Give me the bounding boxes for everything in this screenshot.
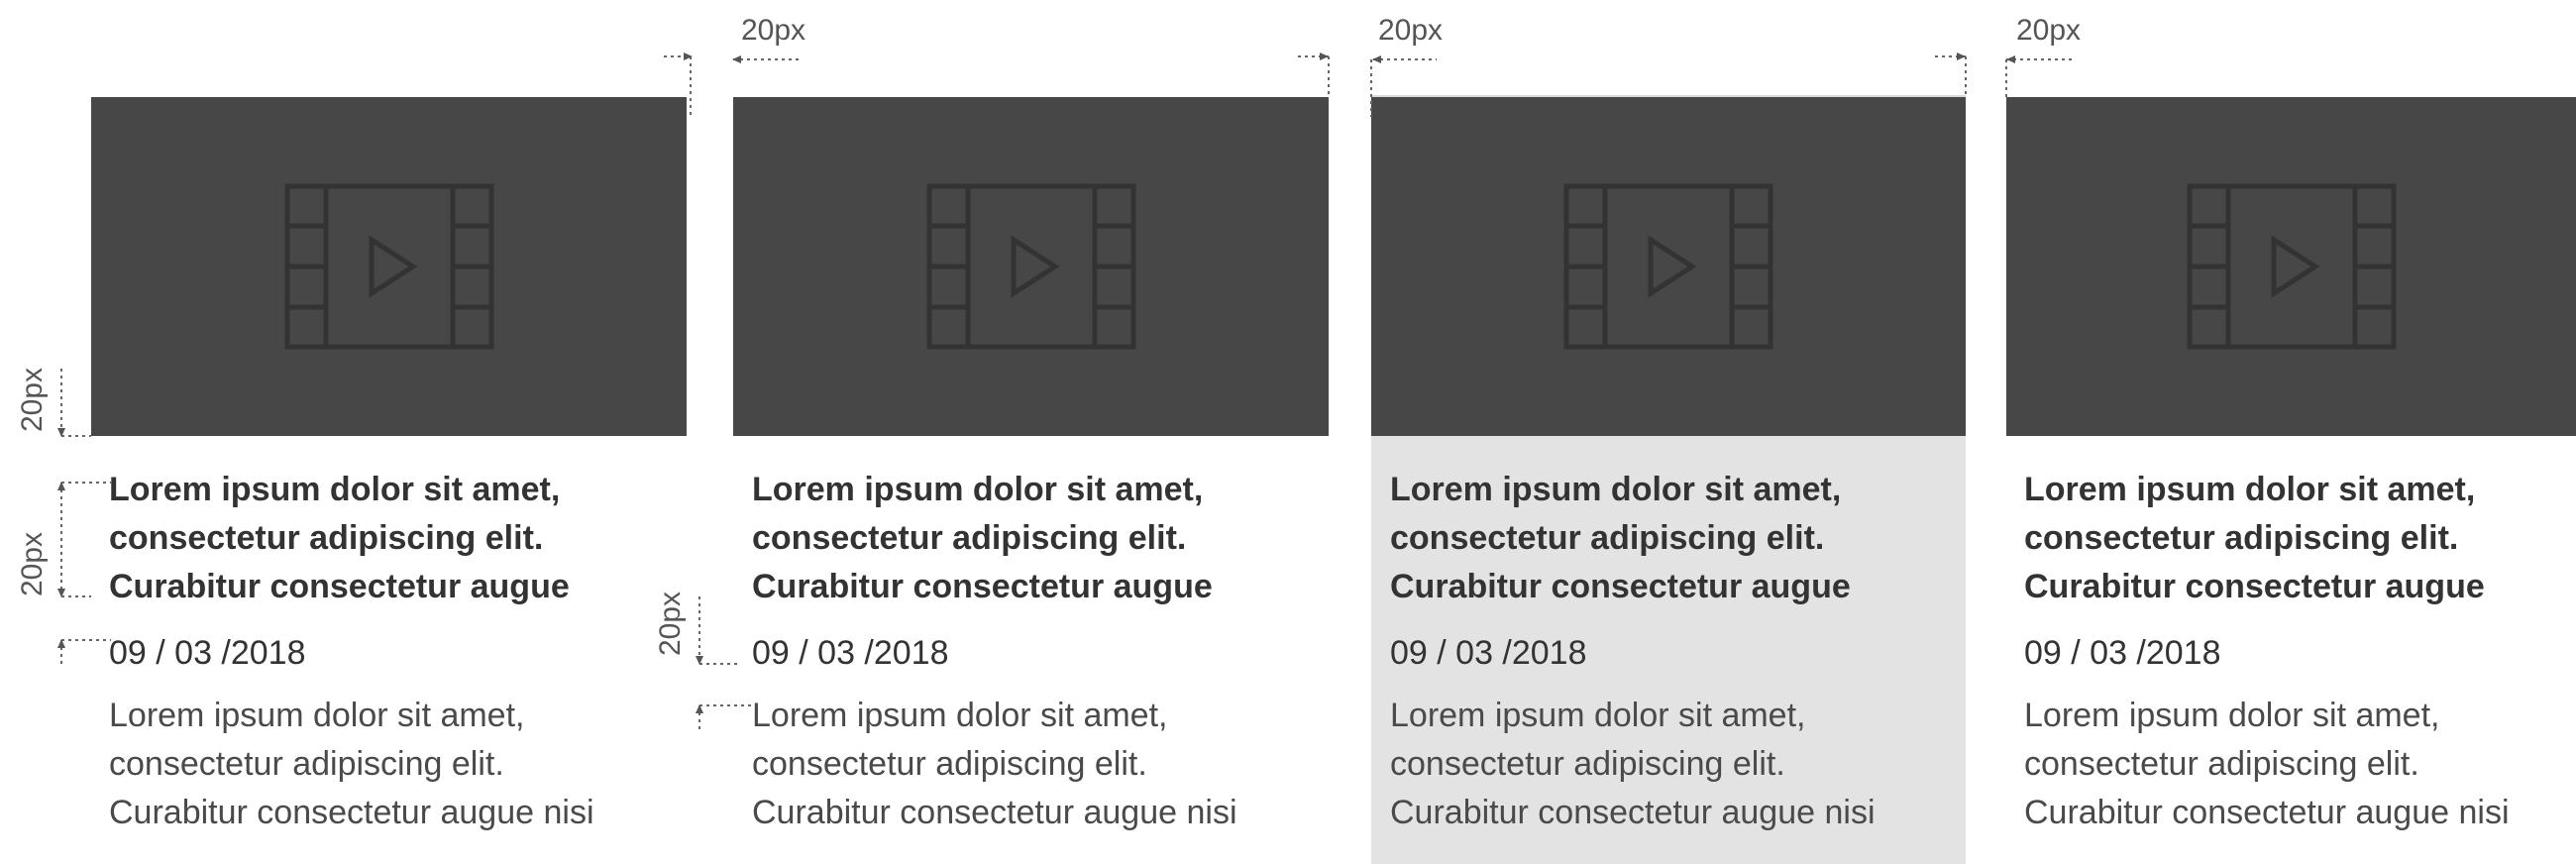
card-description: Lorem ipsum dolor sit amet, consectetur … — [752, 697, 1237, 831]
spacing-annotation-label: 20px — [654, 591, 687, 656]
card[interactable]: Lorem ipsum dolor sit amet, consectetur … — [752, 466, 1356, 837]
card-title[interactable]: Lorem ipsum dolor sit amet, consectetur … — [2024, 466, 2574, 611]
spacing-annotation-label: 20px — [741, 14, 806, 47]
card-title[interactable]: Lorem ipsum dolor sit amet, consectetur … — [1390, 466, 1994, 611]
spacing-annotation-label: 20px — [1378, 14, 1444, 47]
card[interactable]: Lorem ipsum dolor sit amet, consectetur … — [2024, 466, 2574, 837]
card-date: 09 / 03 /2018 — [752, 634, 949, 672]
film-play-icon — [926, 183, 1135, 350]
card-description: Lorem ipsum dolor sit amet, consectetur … — [1390, 697, 1876, 831]
video-thumbnail[interactable] — [1371, 95, 1966, 436]
card-description: Lorem ipsum dolor sit amet, consectetur … — [109, 697, 594, 831]
card-description: Lorem ipsum dolor sit amet, consectetur … — [2024, 697, 2510, 831]
card-title[interactable]: Lorem ipsum dolor sit amet, consectetur … — [752, 466, 1356, 611]
video-thumbnail[interactable] — [2006, 97, 2576, 436]
film-play-icon — [284, 183, 493, 350]
spacing-annotation-label: 20px — [16, 367, 49, 432]
spacing-annotation-label: 20px — [2016, 14, 2082, 47]
card-title[interactable]: Lorem ipsum dolor sit amet, consectetur … — [109, 466, 713, 611]
card[interactable]: Lorem ipsum dolor sit amet, consectetur … — [109, 466, 713, 837]
card-date: 09 / 03 /2018 — [109, 634, 306, 672]
card-date: 09 / 03 /2018 — [1390, 634, 1587, 672]
video-thumbnail[interactable] — [733, 97, 1329, 436]
spacing-annotation-label: 20px — [16, 531, 49, 596]
film-play-icon — [2187, 183, 2397, 350]
card[interactable]: Lorem ipsum dolor sit amet, consectetur … — [1390, 466, 1994, 837]
film-play-icon — [1563, 183, 1773, 350]
card-date: 09 / 03 /2018 — [2024, 634, 2221, 672]
video-thumbnail[interactable] — [91, 97, 687, 436]
